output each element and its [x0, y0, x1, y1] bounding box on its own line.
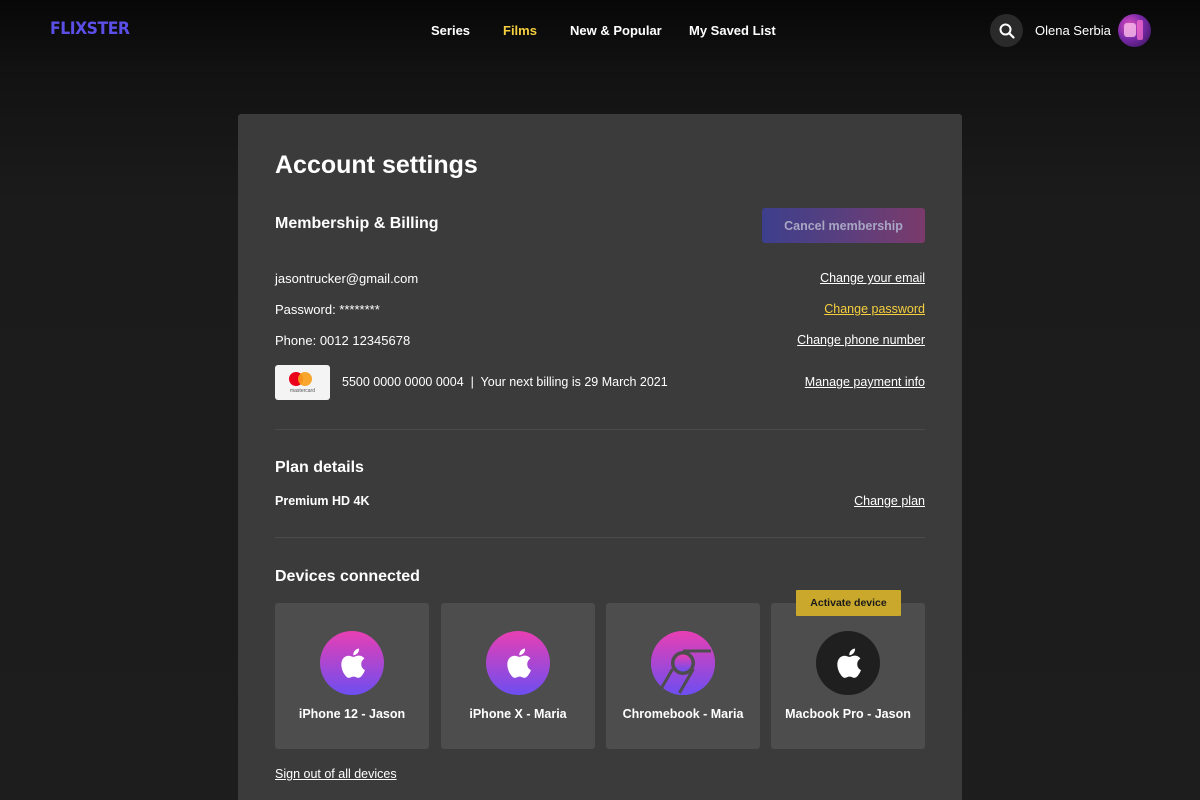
device-card-chromebook-maria[interactable]: Chromebook - Maria	[606, 603, 760, 749]
activate-device-button[interactable]: Activate device	[796, 590, 901, 616]
device-name: Macbook Pro - Jason	[785, 707, 911, 721]
avatar[interactable]	[1118, 14, 1151, 47]
nav-item-films[interactable]: Films	[503, 23, 537, 38]
card-brand-label: mastercard	[289, 388, 315, 394]
nav-item-new-popular[interactable]: New & Popular	[570, 23, 662, 38]
device-card-iphone-12-jason[interactable]: iPhone 12 - Jason	[275, 603, 429, 749]
page-title: Account settings	[275, 151, 478, 179]
cancel-membership-button[interactable]: Cancel membership	[762, 208, 925, 243]
account-settings-card: Account settings Membership & Billing Ca…	[238, 114, 962, 800]
apple-icon	[320, 631, 384, 695]
top-navigation: FLIXSTER Series Films New & Popular My S…	[0, 0, 1200, 62]
device-name: iPhone 12 - Jason	[298, 707, 406, 721]
search-icon	[999, 23, 1015, 39]
sign-out-all-devices-link[interactable]: Sign out of all devices	[275, 767, 397, 781]
username[interactable]: Olena Serbia	[1035, 23, 1111, 38]
phone-value: Phone: 0012 12345678	[275, 333, 411, 348]
divider	[275, 429, 925, 430]
change-password-link[interactable]: Change password	[824, 302, 925, 316]
apple-icon	[486, 631, 550, 695]
billing-info: 5500 0000 0000 0004 | Your next billing …	[342, 375, 668, 389]
plan-name: Premium HD 4K	[275, 494, 370, 508]
chrome-icon	[651, 631, 715, 695]
devices-connected-title: Devices connected	[275, 568, 420, 585]
mastercard-logo: mastercard	[275, 365, 330, 400]
change-plan-link[interactable]: Change plan	[854, 494, 925, 508]
search-button[interactable]	[990, 14, 1023, 47]
device-card-macbook-pro-jason[interactable]: Macbook Pro - Jason	[771, 603, 925, 749]
device-card-iphone-x-maria[interactable]: iPhone X - Maria	[441, 603, 595, 749]
change-phone-link[interactable]: Change phone number	[797, 333, 925, 347]
plan-details-title: Plan details	[275, 459, 364, 476]
device-name: Chromebook - Maria	[622, 707, 744, 721]
email-value: jasontrucker@gmail.com	[275, 271, 419, 286]
membership-billing-title: Membership & Billing	[275, 215, 439, 232]
change-email-link[interactable]: Change your email	[820, 271, 925, 285]
password-value: Password: ********	[275, 302, 380, 317]
nav-item-series[interactable]: Series	[431, 23, 470, 38]
divider	[275, 537, 925, 538]
device-name: iPhone X - Maria	[469, 707, 567, 721]
nav-item-my-saved-list[interactable]: My Saved List	[689, 23, 776, 38]
apple-icon	[816, 631, 880, 695]
manage-payment-link[interactable]: Manage payment info	[805, 375, 925, 389]
